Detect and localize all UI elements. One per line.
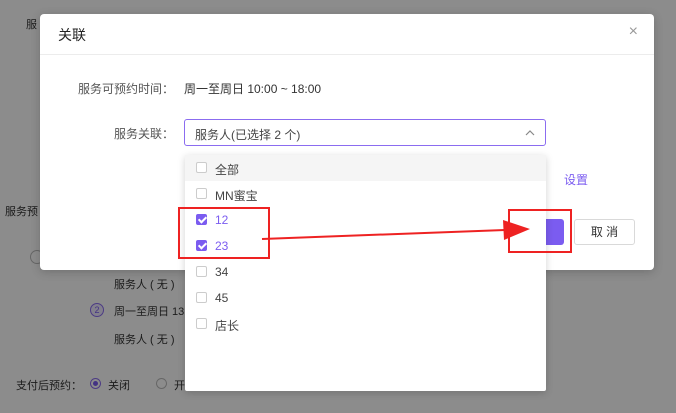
- select-value: 服务人(已选择 2 个): [195, 128, 301, 142]
- service-time-value: 周一至周日 10:00 ~ 18:00: [184, 82, 322, 96]
- dropdown-item[interactable]: 12: [185, 207, 546, 233]
- checkbox-icon[interactable]: [196, 188, 207, 199]
- checkbox-icon[interactable]: [196, 318, 207, 329]
- close-icon[interactable]: ×: [629, 24, 638, 40]
- dropdown-item-label: 全部: [215, 163, 240, 177]
- modal-title: 关联: [58, 27, 86, 43]
- settings-link[interactable]: 设置: [564, 171, 588, 188]
- dropdown-item[interactable]: 45: [185, 285, 546, 311]
- checkbox-icon[interactable]: [196, 292, 207, 303]
- dropdown-item-all[interactable]: 全部: [185, 155, 546, 181]
- cancel-button[interactable]: 取 消: [574, 219, 635, 245]
- service-assoc-label: 服务关联：: [113, 127, 174, 141]
- dropdown-item-label: MN蜜宝: [215, 189, 258, 203]
- dropdown-item-label: 店长: [215, 319, 240, 333]
- service-time-label: 服务可预约时间：: [77, 82, 174, 96]
- dropdown-item-label: 12: [215, 213, 229, 227]
- checkbox-icon[interactable]: [196, 266, 207, 277]
- modal-divider: [40, 54, 654, 55]
- dropdown-item-label: 23: [215, 239, 229, 253]
- dropdown-item-label: 45: [215, 291, 229, 305]
- chevron-up-icon: [525, 130, 535, 136]
- dropdown-item-label: 34: [215, 265, 229, 279]
- service-person-dropdown: 全部 MN蜜宝 12 23 34 45 店长: [185, 155, 546, 391]
- service-person-select[interactable]: 服务人(已选择 2 个): [184, 119, 546, 146]
- dropdown-item[interactable]: MN蜜宝: [185, 181, 546, 207]
- checkbox-checked-icon[interactable]: [196, 240, 207, 251]
- dropdown-item[interactable]: 店长: [185, 311, 546, 337]
- checkbox-checked-icon[interactable]: [196, 214, 207, 225]
- dropdown-item[interactable]: 34: [185, 259, 546, 285]
- dropdown-item[interactable]: 23: [185, 233, 546, 259]
- checkbox-icon[interactable]: [196, 162, 207, 173]
